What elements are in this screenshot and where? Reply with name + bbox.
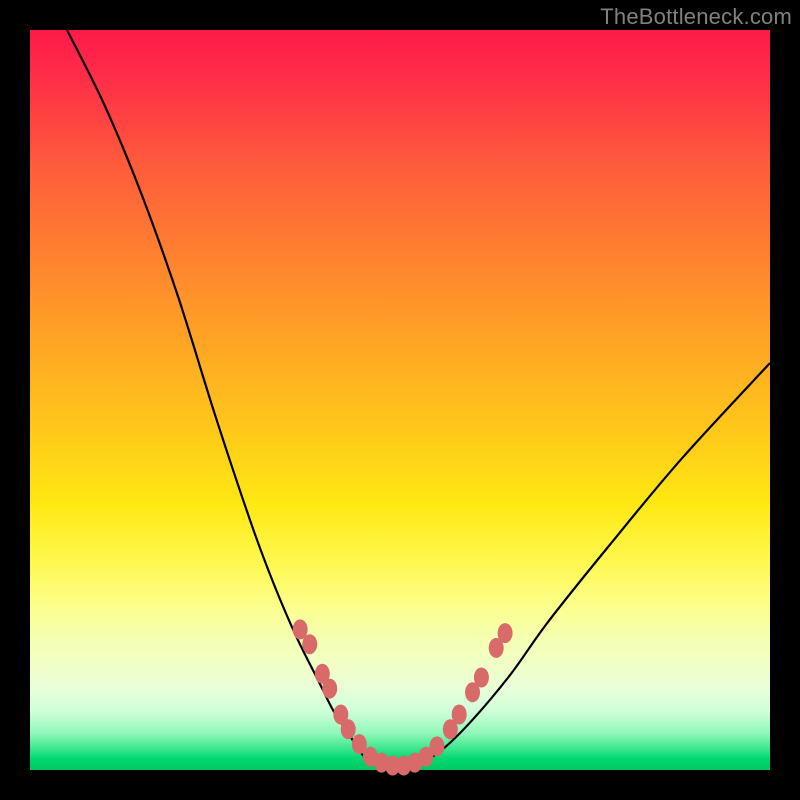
data-marker xyxy=(322,679,337,699)
watermark-text: TheBottleneck.com xyxy=(600,4,792,30)
data-marker xyxy=(452,705,467,725)
bottleneck-curve xyxy=(67,30,770,767)
chart-stage: TheBottleneck.com xyxy=(0,0,800,800)
plot-area xyxy=(30,30,770,770)
data-marker xyxy=(341,719,356,739)
data-marker xyxy=(498,623,513,643)
data-marker xyxy=(430,736,445,756)
curve-svg xyxy=(30,30,770,770)
data-marker xyxy=(474,668,489,688)
data-marker xyxy=(302,634,317,654)
